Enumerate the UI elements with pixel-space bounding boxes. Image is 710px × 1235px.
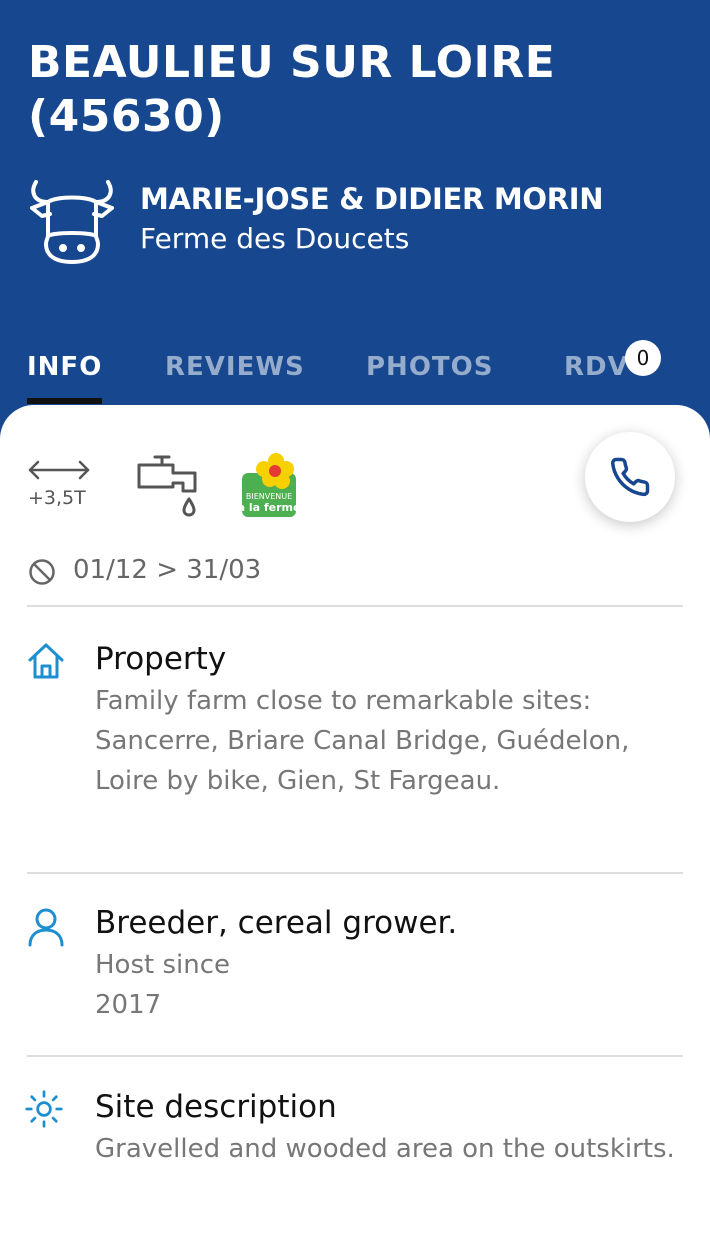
closed-period: 01/12 > 31/03 xyxy=(28,553,428,589)
width-arrows-icon xyxy=(28,460,90,480)
bienvenue-a-la-ferme-logo: BIENVENUE à la ferme xyxy=(240,453,298,517)
host-since-label: Host since xyxy=(95,950,231,980)
person-icon xyxy=(28,908,64,947)
sun-icon xyxy=(25,1090,63,1128)
host-since-year: 2017 xyxy=(95,990,162,1020)
phone-icon xyxy=(610,457,650,497)
call-button[interactable] xyxy=(585,432,675,522)
divider xyxy=(27,872,683,874)
tab-info[interactable]: INFO xyxy=(27,352,102,382)
header: BEAULIEU SUR LOIRE (45630) MARIE-JOSE & … xyxy=(0,0,710,420)
closed-dates: 01/12 > 31/03 xyxy=(73,555,262,585)
property-section: Property Family farm close to remarkable… xyxy=(0,641,710,841)
section-body: Family farm close to remarkable sites: S… xyxy=(95,686,630,796)
tab-active-indicator xyxy=(27,398,102,404)
section-body: Host since 2017 xyxy=(95,945,675,1025)
host-section: Breeder, cereal grower. Host since 2017 xyxy=(0,905,710,1035)
house-icon xyxy=(28,643,64,679)
logo-text-line1: BIENVENUE xyxy=(246,492,292,501)
tab-bar: INFO REVIEWS PHOTOS RDV 0 xyxy=(0,340,710,406)
water-tap-icon xyxy=(137,455,197,517)
rdv-count-badge: 0 xyxy=(625,340,661,376)
divider xyxy=(27,1055,683,1057)
tab-rdv[interactable]: RDV xyxy=(564,352,629,382)
cow-icon xyxy=(30,180,114,264)
page-title: BEAULIEU SUR LOIRE (45630) xyxy=(28,37,556,142)
closed-icon xyxy=(29,559,55,585)
divider xyxy=(27,605,683,607)
info-panel: +3,5T BIENVENUE à la ferme 01/12 > 31/03 xyxy=(0,405,710,1235)
host-info: MARIE-JOSE & DIDIER MORIN Ferme des Douc… xyxy=(26,178,686,268)
section-title: Property xyxy=(95,641,227,677)
section-body: Gravelled and wooded area on the outskir… xyxy=(95,1134,675,1164)
host-name: MARIE-JOSE & DIDIER MORIN xyxy=(140,182,604,216)
tab-reviews[interactable]: REVIEWS xyxy=(165,352,305,382)
logo-text-line2: à la ferme xyxy=(240,501,298,514)
tab-photos[interactable]: PHOTOS xyxy=(366,352,493,382)
size-limit-label: +3,5T xyxy=(28,487,86,509)
farm-name: Ferme des Doucets xyxy=(140,222,410,255)
site-description-section: Site description Gravelled and wooded ar… xyxy=(0,1089,710,1219)
section-title: Breeder, cereal grower. xyxy=(95,905,458,941)
section-title: Site description xyxy=(95,1089,337,1125)
